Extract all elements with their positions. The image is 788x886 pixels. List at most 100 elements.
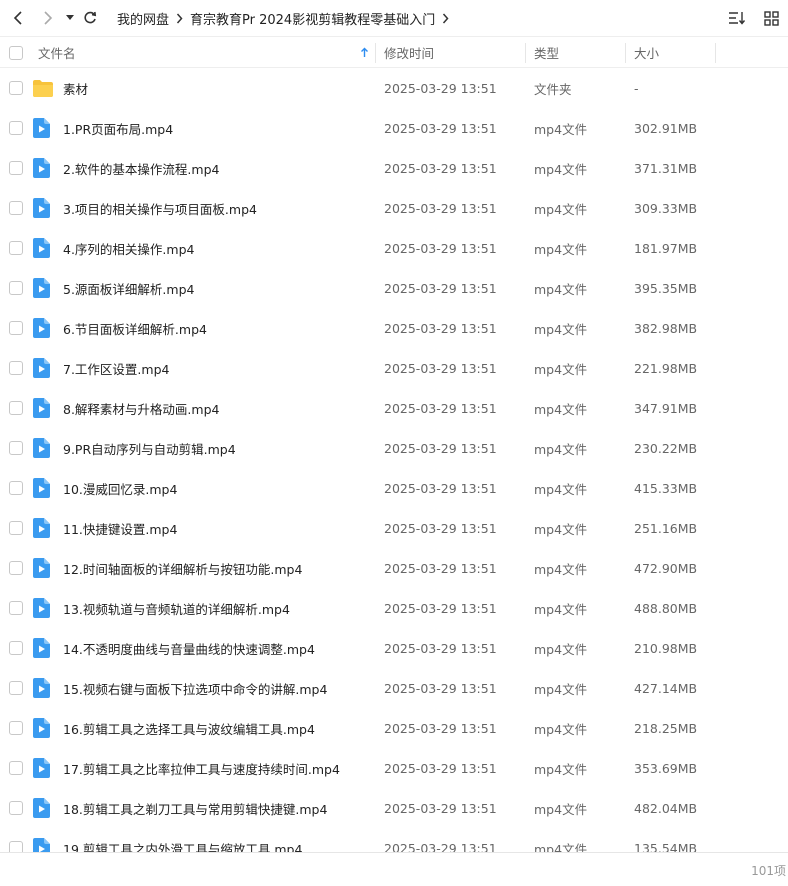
row-checkbox[interactable] xyxy=(9,761,23,775)
file-row[interactable]: 9.PR自动序列与自动剪辑.mp4 2025-03-29 13:51 mp4文件… xyxy=(0,428,788,468)
column-modified[interactable]: 修改时间 xyxy=(384,37,434,68)
file-icon-cell xyxy=(33,588,50,628)
row-checkbox[interactable] xyxy=(9,161,23,175)
video-file-icon xyxy=(33,158,50,178)
file-modified: 2025-03-29 13:51 xyxy=(384,80,497,96)
file-name[interactable]: 1.PR页面布局.mp4 xyxy=(63,108,173,148)
file-name[interactable]: 11.快捷键设置.mp4 xyxy=(63,508,177,548)
column-name[interactable]: 文件名 xyxy=(38,37,76,68)
file-name[interactable]: 12.时间轴面板的详细解析与按钮功能.mp4 xyxy=(63,548,302,588)
file-size: 488.80MB xyxy=(634,600,698,616)
row-checkbox[interactable] xyxy=(9,281,23,295)
breadcrumb-item-root[interactable]: 我的网盘 xyxy=(117,9,169,28)
row-checkbox[interactable] xyxy=(9,81,23,95)
file-name[interactable]: 素材 xyxy=(63,68,88,108)
file-size: 347.91MB xyxy=(634,400,698,416)
file-row[interactable]: 6.节目面板详细解析.mp4 2025-03-29 13:51 mp4文件 38… xyxy=(0,308,788,348)
file-row[interactable]: 11.快捷键设置.mp4 2025-03-29 13:51 mp4文件 251.… xyxy=(0,508,788,548)
file-row[interactable]: 12.时间轴面板的详细解析与按钮功能.mp4 2025-03-29 13:51 … xyxy=(0,548,788,588)
file-row[interactable]: 素材 2025-03-29 13:51 文件夹 - xyxy=(0,68,788,108)
row-checkbox[interactable] xyxy=(9,601,23,615)
file-icon-cell xyxy=(33,708,50,748)
file-row[interactable]: 17.剪辑工具之比率拉伸工具与速度持续时间.mp4 2025-03-29 13:… xyxy=(0,748,788,788)
file-name[interactable]: 4.序列的相关操作.mp4 xyxy=(63,228,194,268)
file-name[interactable]: 9.PR自动序列与自动剪辑.mp4 xyxy=(63,428,236,468)
file-row[interactable]: 19.剪辑工具之内外滑工具与缩放工具.mp4 2025-03-29 13:51 … xyxy=(0,828,788,852)
file-modified: 2025-03-29 13:51 xyxy=(384,440,497,456)
column-divider[interactable] xyxy=(715,43,716,63)
file-name[interactable]: 19.剪辑工具之内外滑工具与缩放工具.mp4 xyxy=(63,828,302,853)
row-checkbox[interactable] xyxy=(9,841,23,852)
row-checkbox[interactable] xyxy=(9,721,23,735)
sort-button[interactable] xyxy=(720,0,754,36)
refresh-icon xyxy=(84,11,97,24)
file-size: 415.33MB xyxy=(634,480,698,496)
file-row[interactable]: 15.视频右键与面板下拉选项中命令的讲解.mp4 2025-03-29 13:5… xyxy=(0,668,788,708)
file-type: mp4文件 xyxy=(534,681,588,697)
row-checkbox[interactable] xyxy=(9,201,23,215)
file-row[interactable]: 18.剪辑工具之剃刀工具与常用剪辑快捷键.mp4 2025-03-29 13:5… xyxy=(0,788,788,828)
file-row[interactable]: 3.项目的相关操作与项目面板.mp4 2025-03-29 13:51 mp4文… xyxy=(0,188,788,228)
column-size[interactable]: 大小 xyxy=(634,37,659,68)
file-row[interactable]: 1.PR页面布局.mp4 2025-03-29 13:51 mp4文件 302.… xyxy=(0,108,788,148)
file-row[interactable]: 8.解释素材与升格动画.mp4 2025-03-29 13:51 mp4文件 3… xyxy=(0,388,788,428)
history-dropdown-button[interactable] xyxy=(61,0,79,36)
file-type: mp4文件 xyxy=(534,201,588,217)
file-icon-cell xyxy=(33,788,50,828)
grid-view-button[interactable] xyxy=(754,0,788,36)
file-name[interactable]: 13.视频轨道与音频轨道的详细解析.mp4 xyxy=(63,588,290,628)
row-checkbox-cell xyxy=(9,788,23,828)
file-icon-cell xyxy=(33,148,50,188)
file-name[interactable]: 16.剪辑工具之选择工具与波纹编辑工具.mp4 xyxy=(63,708,315,748)
video-file-icon xyxy=(33,638,50,658)
column-name-label: 文件名 xyxy=(38,46,76,61)
file-modified: 2025-03-29 13:51 xyxy=(384,200,497,216)
row-checkbox[interactable] xyxy=(9,241,23,255)
file-name[interactable]: 10.漫威回忆录.mp4 xyxy=(63,468,177,508)
row-checkbox-cell xyxy=(9,748,23,788)
file-name[interactable]: 17.剪辑工具之比率拉伸工具与速度持续时间.mp4 xyxy=(63,748,340,788)
file-modified: 2025-03-29 13:51 xyxy=(384,520,497,536)
file-row[interactable]: 10.漫威回忆录.mp4 2025-03-29 13:51 mp4文件 415.… xyxy=(0,468,788,508)
forward-button[interactable] xyxy=(35,0,61,36)
row-checkbox[interactable] xyxy=(9,801,23,815)
row-checkbox[interactable] xyxy=(9,361,23,375)
column-divider[interactable] xyxy=(625,43,626,63)
row-checkbox[interactable] xyxy=(9,521,23,535)
column-divider[interactable] xyxy=(375,43,376,63)
back-button[interactable] xyxy=(5,0,31,36)
row-checkbox[interactable] xyxy=(9,321,23,335)
file-type: mp4文件 xyxy=(534,601,588,617)
file-name[interactable]: 3.项目的相关操作与项目面板.mp4 xyxy=(63,188,257,228)
file-row[interactable]: 4.序列的相关操作.mp4 2025-03-29 13:51 mp4文件 181… xyxy=(0,228,788,268)
row-checkbox[interactable] xyxy=(9,441,23,455)
file-name[interactable]: 2.软件的基本操作流程.mp4 xyxy=(63,148,219,188)
breadcrumb-item-current[interactable]: 育宗教育Pr 2024影视剪辑教程零基础入门 xyxy=(190,9,435,28)
file-row[interactable]: 13.视频轨道与音频轨道的详细解析.mp4 2025-03-29 13:51 m… xyxy=(0,588,788,628)
file-row[interactable]: 2.软件的基本操作流程.mp4 2025-03-29 13:51 mp4文件 3… xyxy=(0,148,788,188)
row-checkbox[interactable] xyxy=(9,641,23,655)
file-name[interactable]: 8.解释素材与升格动画.mp4 xyxy=(63,388,219,428)
row-checkbox[interactable] xyxy=(9,481,23,495)
file-row[interactable]: 7.工作区设置.mp4 2025-03-29 13:51 mp4文件 221.9… xyxy=(0,348,788,388)
row-checkbox[interactable] xyxy=(9,681,23,695)
file-name[interactable]: 15.视频右键与面板下拉选项中命令的讲解.mp4 xyxy=(63,668,327,708)
refresh-button[interactable] xyxy=(79,0,101,36)
file-name[interactable]: 6.节目面板详细解析.mp4 xyxy=(63,308,207,348)
file-row[interactable]: 14.不透明度曲线与音量曲线的快速调整.mp4 2025-03-29 13:51… xyxy=(0,628,788,668)
row-checkbox[interactable] xyxy=(9,401,23,415)
column-type[interactable]: 类型 xyxy=(534,37,559,68)
file-row[interactable]: 16.剪辑工具之选择工具与波纹编辑工具.mp4 2025-03-29 13:51… xyxy=(0,708,788,748)
chevron-right-icon xyxy=(44,11,53,25)
video-file-icon xyxy=(33,438,50,458)
file-name[interactable]: 5.源面板详细解析.mp4 xyxy=(63,268,194,308)
column-divider[interactable] xyxy=(525,43,526,63)
row-checkbox[interactable] xyxy=(9,121,23,135)
file-name[interactable]: 18.剪辑工具之剃刀工具与常用剪辑快捷键.mp4 xyxy=(63,788,327,828)
file-name[interactable]: 7.工作区设置.mp4 xyxy=(63,348,169,388)
file-name[interactable]: 14.不透明度曲线与音量曲线的快速调整.mp4 xyxy=(63,628,315,668)
file-row[interactable]: 5.源面板详细解析.mp4 2025-03-29 13:51 mp4文件 395… xyxy=(0,268,788,308)
file-type: mp4文件 xyxy=(534,441,588,457)
select-all-checkbox[interactable] xyxy=(9,45,23,60)
row-checkbox[interactable] xyxy=(9,561,23,575)
